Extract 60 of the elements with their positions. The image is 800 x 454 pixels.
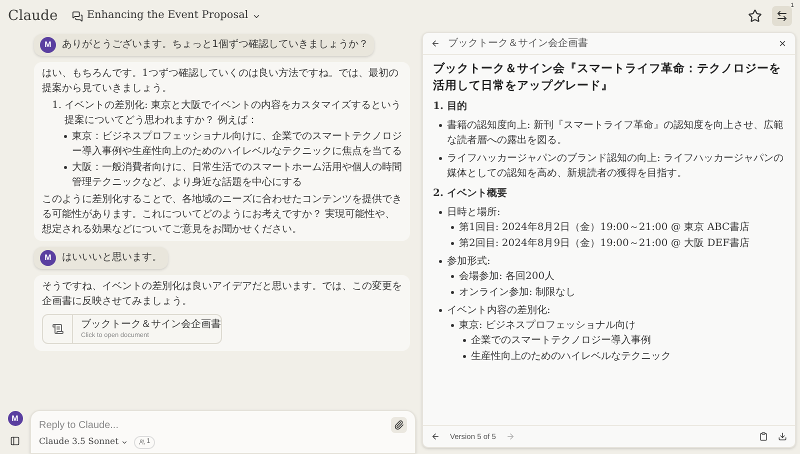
bullet-icon — [451, 275, 454, 278]
brand-logo[interactable]: Claude — [8, 6, 58, 26]
user-avatar: M — [8, 411, 22, 426]
list-item-text: イベントの差別化: 東京と大阪でイベントの内容をカスタマイズするという提案についてどう思われますか？ 例えば： — [64, 98, 402, 128]
conversation-title[interactable]: Enhancing the Event Proposal — [72, 8, 262, 24]
model-selector[interactable]: Claude 3.5 Sonnet — [39, 436, 128, 449]
message-paragraph: このように差別化することで、各地域のニーズに合わせたコンテンツを提供できる可能性があります。これについてどのようにお考えですか？ 実現可能性や、想定される効果などについてご意見をお聞かせください。 — [42, 192, 402, 237]
bullet-icon — [451, 226, 454, 229]
list-item-text: 東京：ビジネスプロフェッショナル向けに、企業でのスマートテクノロジー導入事例や生産性向上のためのハイレベルなテクニックに焦点を当てる — [72, 130, 402, 159]
section-heading: 2. イベント概要 — [433, 187, 508, 201]
chat-icon — [72, 10, 83, 22]
reply-input[interactable]: Reply to Claude... — [39, 418, 391, 432]
chevron-down-icon — [120, 438, 128, 446]
back-arrow-icon[interactable] — [431, 39, 440, 48]
panel-title: ブックトーク＆サイン会企画書 — [448, 36, 589, 51]
document-list-item: 書籍の認知度向上: 新刊『スマートライフ革命』の認知度を向上させ、広範な読者層への露出を図る。 — [447, 118, 785, 148]
attach-button[interactable] — [391, 417, 407, 433]
copy-icon[interactable] — [759, 432, 768, 441]
star-icon[interactable] — [748, 9, 762, 23]
document-list-item: 第2回目: 2024年8月9日（金）19:00～21:00 @ 大阪 DEF書店 — [459, 236, 750, 251]
close-icon[interactable] — [778, 39, 787, 48]
bullet-icon — [451, 324, 454, 327]
bullet-icon — [463, 339, 466, 342]
section-heading: 1. 目的 — [433, 100, 468, 114]
bullet-icon — [451, 291, 454, 294]
message-paragraph: そうですね、イベントの差別化は良いアイデアだと思います。では、この変更を企画書に反映させてみましょう。 — [42, 280, 402, 309]
message-paragraph: はい、もちろんです。1つずつ確認していくのは良い方法ですね。では、最初の提案から見ていきましょう。 — [42, 66, 400, 96]
bullet-icon — [451, 242, 454, 245]
bullet-icon — [439, 309, 442, 312]
download-icon[interactable] — [778, 432, 787, 441]
bullet-icon — [64, 166, 67, 169]
document-list-item: 生産性向上のためのハイレベルなテクニック — [471, 350, 671, 364]
arrows-icon — [776, 10, 788, 22]
user-avatar: M — [40, 250, 56, 266]
document-list-item: 東京: ビジネスプロフェッショナル向け — [459, 318, 636, 333]
document-list-item: ライフハッカージャパンのブランド認知の向上: ライフハッカージャパンの媒体としての認知を高め、新規読者の獲得を目指す。 — [447, 152, 785, 181]
user-message-text: はいいいと思います。 — [62, 251, 162, 265]
bullet-icon — [439, 211, 442, 214]
previous-arrow-icon[interactable] — [431, 432, 440, 441]
document-icon — [52, 323, 64, 335]
bullet-icon — [439, 260, 442, 263]
user-avatar: M — [40, 37, 56, 53]
paperclip-icon — [394, 420, 404, 430]
document-list-item: 企業でのスマートテクノロジー導入事例 — [471, 334, 651, 348]
document-list-item: 第1回目: 2024年8月2日（金）19:00～21:00 @ 東京 ABC書店 — [459, 220, 750, 235]
document-list-item: イベント内容の差別化: — [447, 304, 550, 318]
sidebar-toggle-icon[interactable] — [10, 436, 20, 446]
bullet-icon — [463, 355, 466, 358]
bullet-icon — [439, 124, 442, 127]
document-heading: ブックトーク＆サイン会『スマートライフ革命：テクノロジーを活用して日常をアップグレード』 — [433, 60, 782, 94]
document-list-item: 会場参加: 各回200人 — [459, 270, 555, 284]
document-title: ブックトーク＆サイン会企画書 — [81, 318, 221, 330]
user-message-text: ありがとうございます。ちょっと1個ずつ確認していきましょうか？ — [62, 38, 368, 52]
document-list-item: 参加形式: — [447, 254, 490, 269]
bullet-icon — [439, 157, 442, 160]
list-item-text: 大阪：一般消費者向けに、日常生活でのスマートホーム活用や個人の時間管理テクニックなど、より身近な話題を中心にする — [72, 160, 402, 190]
document-list-item: 日時と場所: — [447, 206, 500, 220]
list-number: 1. — [52, 99, 62, 113]
bullet-icon — [64, 135, 67, 138]
document-list-item: オンライン参加: 制限なし — [459, 286, 576, 300]
